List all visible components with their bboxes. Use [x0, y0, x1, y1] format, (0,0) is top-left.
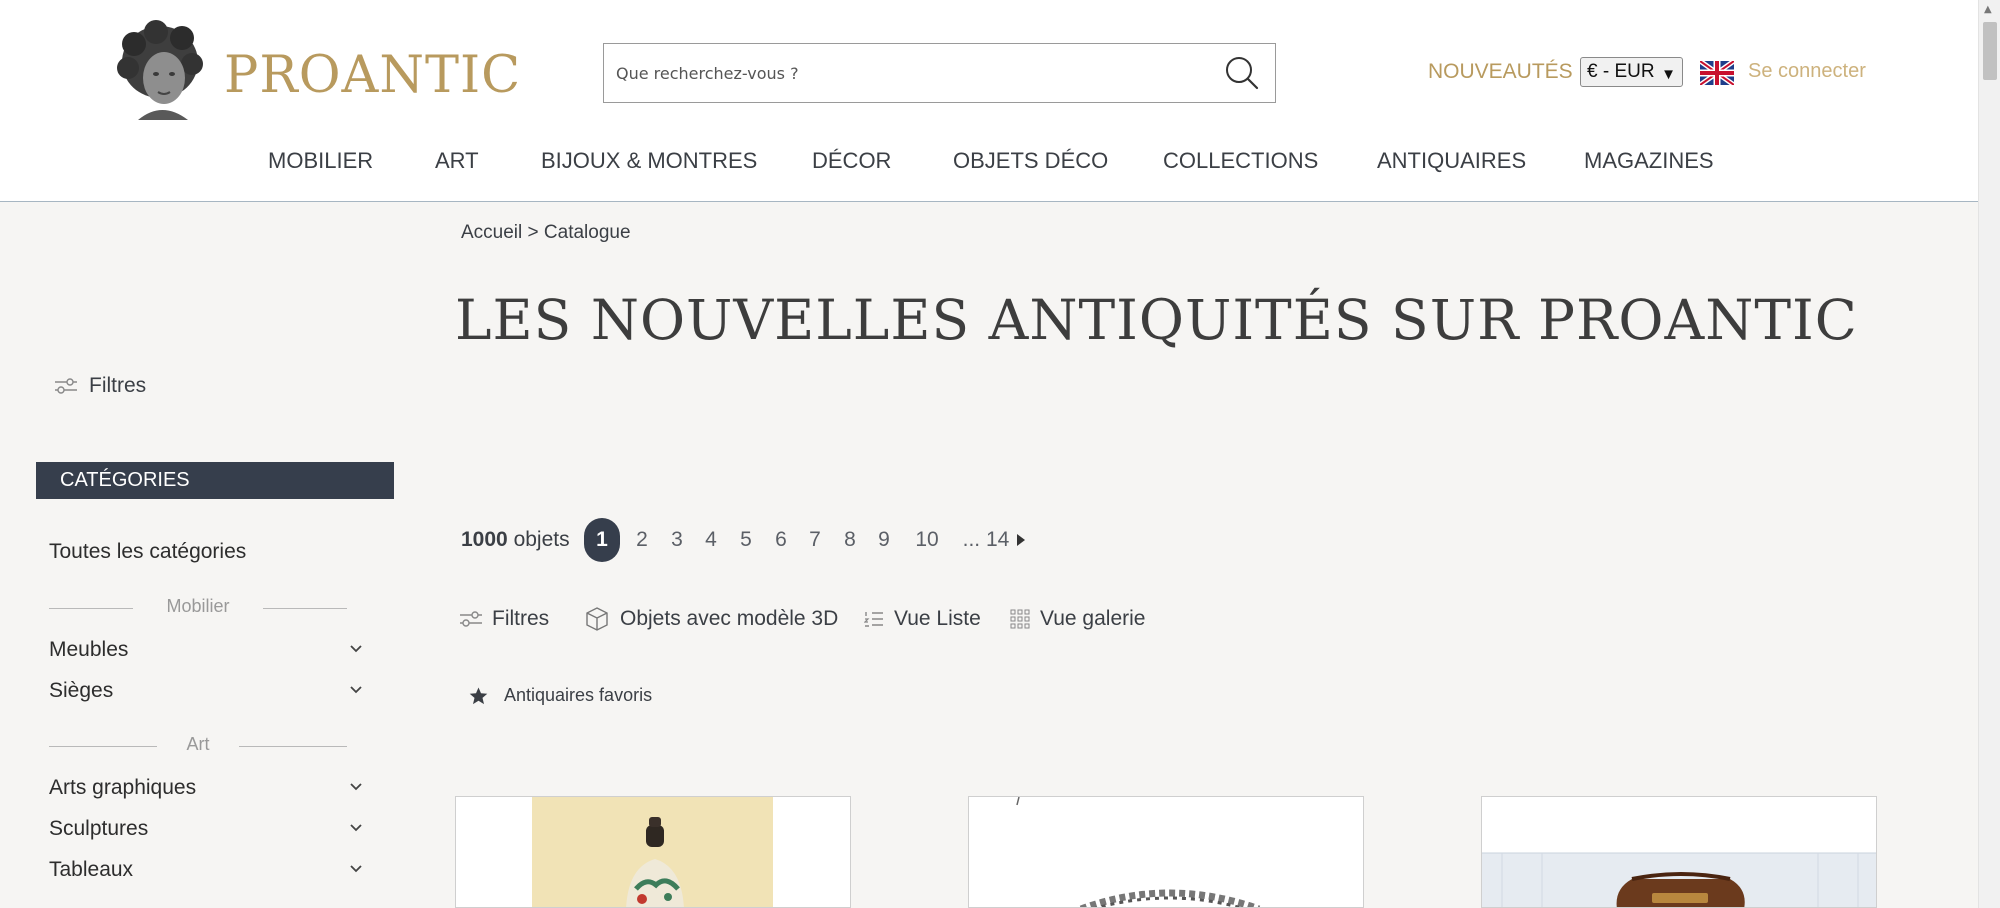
all-categories-link[interactable]: Toutes les catégories: [49, 540, 246, 564]
filters-button[interactable]: Filtres: [460, 604, 549, 634]
login-link[interactable]: Se connecter: [1748, 60, 1866, 83]
breadcrumb[interactable]: Accueil > Catalogue: [461, 222, 631, 244]
next-page-icon[interactable]: [1016, 533, 1026, 547]
product-card[interactable]: [968, 796, 1364, 908]
page-3[interactable]: 3: [669, 518, 685, 562]
page-4[interactable]: 4: [703, 518, 719, 562]
currency-value: € - EUR: [1587, 61, 1655, 82]
uk-flag-icon[interactable]: [1700, 61, 1734, 85]
nav-mobilier[interactable]: MOBILIER: [268, 148, 373, 174]
scroll-up-icon[interactable]: ▲: [1984, 4, 1992, 15]
nav-objets-deco[interactable]: OBJETS DÉCO: [953, 148, 1108, 174]
cube-3d-icon: [586, 607, 608, 631]
main-nav: MOBILIER ART BIJOUX & MONTRES DÉCOR OBJE…: [0, 148, 1978, 178]
sidebar-filter-button[interactable]: Filtres: [55, 374, 146, 398]
sidebar-item-label: Tableaux: [49, 858, 134, 881]
sidebar-item-meubles[interactable]: Meubles: [49, 638, 364, 666]
sidebar-item-label: Arts graphiques: [49, 776, 197, 799]
search-input[interactable]: [616, 44, 1206, 102]
list-view-button[interactable]: Vue Liste: [864, 604, 981, 634]
page-14[interactable]: ... 14: [962, 518, 1010, 562]
search-box: [603, 43, 1276, 103]
sidebar-item-label: Sièges: [49, 679, 114, 702]
favorite-dealers-label: Antiquaires favoris: [504, 685, 653, 705]
scrollbar-thumb[interactable]: [1983, 22, 1997, 80]
site-header: PROANTIC NOUVEAUTÉS € - EUR ▼ Se connect…: [0, 0, 1978, 202]
chevron-down-icon: ▼: [1661, 66, 1676, 83]
nav-art[interactable]: ART: [435, 148, 479, 174]
chevron-down-icon[interactable]: [348, 681, 364, 697]
sidebar-item-sieges[interactable]: Sièges: [49, 679, 364, 707]
page-2[interactable]: 2: [634, 518, 650, 562]
chevron-down-icon[interactable]: [348, 778, 364, 794]
results-count-number: 1000: [461, 528, 508, 551]
category-group-label: Mobilier: [166, 596, 230, 616]
page-9[interactable]: 9: [876, 518, 892, 562]
logo-bust-icon[interactable]: [112, 20, 208, 122]
chevron-down-icon[interactable]: [348, 819, 364, 835]
product-image[interactable]: [1482, 797, 1877, 908]
list-view-icon: [864, 612, 883, 627]
product-card[interactable]: [455, 796, 851, 908]
nav-collections[interactable]: COLLECTIONS: [1163, 148, 1318, 174]
gallery-view-button[interactable]: Vue galerie: [1010, 604, 1145, 634]
star-icon: [469, 687, 488, 704]
page-7[interactable]: 7: [807, 518, 823, 562]
favorite-dealers-toggle[interactable]: Antiquaires favoris: [469, 685, 652, 706]
chevron-down-icon[interactable]: [348, 860, 364, 876]
list-view-label: Vue Liste: [894, 607, 981, 630]
chevron-down-icon[interactable]: [348, 640, 364, 656]
objects-3d-label: Objets avec modèle 3D: [620, 607, 839, 630]
product-image[interactable]: [969, 797, 1364, 908]
product-card[interactable]: [1481, 796, 1877, 908]
sidebar-item-sculptures[interactable]: Sculptures: [49, 817, 364, 845]
category-group-label: Art: [186, 734, 210, 754]
page-6[interactable]: 6: [773, 518, 789, 562]
sidebar-item-arts-graphiques[interactable]: Arts graphiques: [49, 776, 364, 804]
results-count-label: objets: [513, 528, 570, 551]
page-title: LES NOUVELLES ANTIQUITÉS SUR PROANTIC: [455, 288, 1858, 352]
gallery-grid-icon: [1010, 609, 1030, 629]
results-count: 1000 objets: [461, 528, 570, 552]
category-group-art: Art: [49, 734, 347, 758]
sidebar-item-label: Sculptures: [49, 817, 149, 840]
sidebar-item-label: Meubles: [49, 638, 129, 661]
sidebar-item-tableaux[interactable]: Tableaux: [49, 858, 364, 886]
currency-select[interactable]: € - EUR ▼: [1580, 57, 1683, 87]
objects-3d-button[interactable]: Objets avec modèle 3D: [584, 604, 838, 634]
logo-text[interactable]: PROANTIC: [224, 46, 521, 105]
nav-bijoux-montres[interactable]: BIJOUX & MONTRES: [541, 148, 757, 174]
gallery-view-label: Vue galerie: [1040, 607, 1146, 630]
filter-icon: [460, 611, 482, 627]
nouveautes-link[interactable]: NOUVEAUTÉS: [1428, 60, 1573, 84]
page-8[interactable]: 8: [842, 518, 858, 562]
filter-icon: [55, 378, 77, 394]
nav-magazines[interactable]: MAGAZINES: [1584, 148, 1714, 174]
categories-header: CATÉGORIES: [36, 462, 394, 499]
category-group-mobilier: Mobilier: [49, 596, 347, 620]
nav-decor[interactable]: DÉCOR: [812, 148, 891, 174]
page-5[interactable]: 5: [738, 518, 754, 562]
product-image[interactable]: [456, 797, 851, 908]
page-1[interactable]: 1: [584, 518, 620, 562]
search-icon[interactable]: [1223, 54, 1261, 92]
sidebar-filter-label: Filtres: [89, 374, 147, 397]
page-scrollbar[interactable]: ▲: [1978, 0, 2000, 908]
nav-antiquaires[interactable]: ANTIQUAIRES: [1377, 148, 1526, 174]
filters-label: Filtres: [492, 607, 550, 630]
page-10[interactable]: 10: [913, 518, 941, 562]
